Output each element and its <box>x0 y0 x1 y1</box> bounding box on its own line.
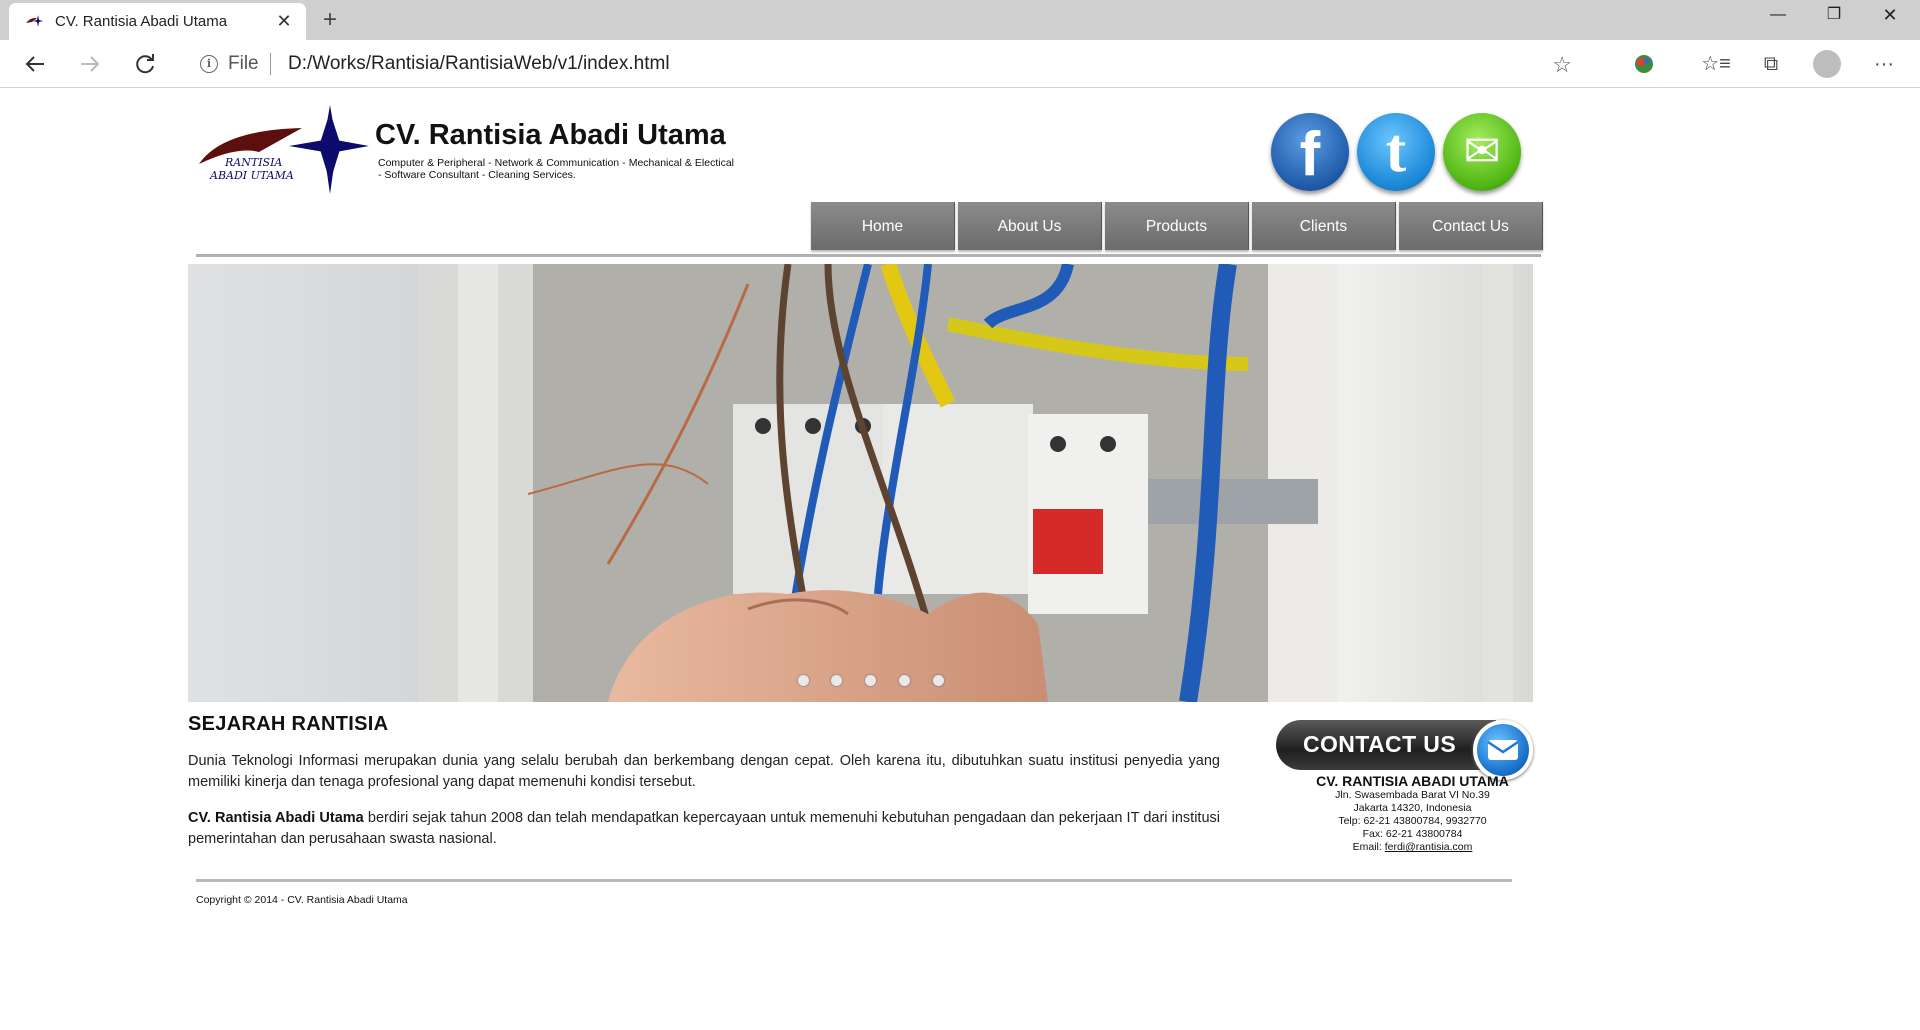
minimize-icon[interactable]: — <box>1750 0 1806 32</box>
contact-us-banner[interactable]: CONTACT US <box>1276 718 1536 780</box>
logo-text-1: RANTISIA <box>224 156 282 169</box>
hero-slider[interactable] <box>188 264 1533 702</box>
refresh-icon[interactable] <box>129 48 161 80</box>
footer-copyright: Copyright © 2014 - CV. Rantisia Abadi Ut… <box>196 894 408 906</box>
back-icon[interactable] <box>19 48 51 80</box>
history-paragraph-1: Dunia Teknologi Informasi merupakan duni… <box>188 753 1220 790</box>
slider-dot-4[interactable] <box>899 675 910 686</box>
menu-about-us[interactable]: About Us <box>958 202 1102 250</box>
browser-tabstrip: CV. Rantisia Abadi Utama ✕ + — ❐ ✕ <box>0 0 1920 40</box>
browser-toolbar: i File D:/Works/Rantisia/RantisiaWeb/v1/… <box>0 40 1920 88</box>
logo-text-2: ABADI UTAMA <box>209 169 294 182</box>
contact-email-label: Email: <box>1352 841 1385 853</box>
more-menu-icon[interactable]: ··· <box>1868 48 1900 80</box>
contact-phone: Telp: 62-21 43800784, 9932770 <box>1338 815 1487 827</box>
section-heading: SEJARAH RANTISIA <box>188 713 389 735</box>
menu-divider <box>196 254 1541 257</box>
company-logo[interactable]: RANTISIA ABADI UTAMA <box>197 102 372 194</box>
url-scheme: File <box>228 53 259 74</box>
tab-title: CV. Rantisia Abadi Utama <box>55 13 228 30</box>
new-tab-icon[interactable]: + <box>315 5 345 35</box>
contact-email-line: Email: ferdi@rantisia.com <box>1280 841 1545 854</box>
address-separator <box>270 53 271 75</box>
contact-banner-label: CONTACT US <box>1303 731 1457 757</box>
contact-envelope-icon <box>1473 720 1533 780</box>
url-text[interactable]: D:/Works/Rantisia/RantisiaWeb/v1/index.h… <box>288 53 670 75</box>
address-bar[interactable]: i File D:/Works/Rantisia/RantisiaWeb/v1/… <box>180 44 1582 84</box>
slider-dot-1[interactable] <box>798 675 809 686</box>
site-tagline: Computer & Peripheral - Network & Commun… <box>378 157 734 181</box>
menu-home[interactable]: Home <box>811 202 955 250</box>
menu-products[interactable]: Products <box>1105 202 1249 250</box>
close-window-icon[interactable]: ✕ <box>1862 0 1918 32</box>
contact-fax: Fax: 62-21 43800784 <box>1362 828 1463 840</box>
contact-email-link[interactable]: ferdi@rantisia.com <box>1385 841 1473 853</box>
site-favicon-icon <box>26 15 43 27</box>
slider-dot-3[interactable] <box>865 675 876 686</box>
favorites-list-icon[interactable]: ☆≡ <box>1700 48 1732 80</box>
email-icon[interactable]: ✉ <box>1443 113 1521 191</box>
footer-divider <box>196 879 1512 882</box>
menu-contact-us[interactable]: Contact Us <box>1399 202 1543 250</box>
extension-icon[interactable] <box>1628 48 1660 80</box>
contact-address-line-1: Jln. Swasembada Barat VI No.39 <box>1335 789 1490 801</box>
contact-company-name: CV. RANTISIA ABADI UTAMA <box>1316 773 1509 789</box>
tab-close-icon[interactable]: ✕ <box>272 9 296 33</box>
slider-image <box>188 264 1533 702</box>
facebook-icon[interactable]: f <box>1271 113 1349 191</box>
slider-dot-5[interactable] <box>933 675 944 686</box>
collections-icon[interactable]: ⧉ <box>1755 48 1787 80</box>
site-title: CV. Rantisia Abadi Utama <box>375 119 726 151</box>
restore-icon[interactable]: ❐ <box>1806 0 1862 32</box>
menu-clients[interactable]: Clients <box>1252 202 1396 250</box>
history-paragraph-2: CV. Rantisia Abadi Utama berdiri sejak t… <box>188 808 1220 850</box>
browser-tab[interactable]: CV. Rantisia Abadi Utama ✕ <box>9 3 306 40</box>
favorite-star-icon[interactable]: ☆ <box>1552 52 1572 78</box>
info-icon[interactable]: i <box>200 55 218 73</box>
forward-icon[interactable] <box>74 48 106 80</box>
profile-avatar-icon[interactable] <box>1811 48 1843 80</box>
contact-address-line-2: Jakarta 14320, Indonesia <box>1353 802 1472 814</box>
slider-dot-2[interactable] <box>831 675 842 686</box>
company-name-bold: CV. Rantisia Abadi Utama <box>188 810 364 826</box>
twitter-icon[interactable]: t <box>1357 113 1435 191</box>
